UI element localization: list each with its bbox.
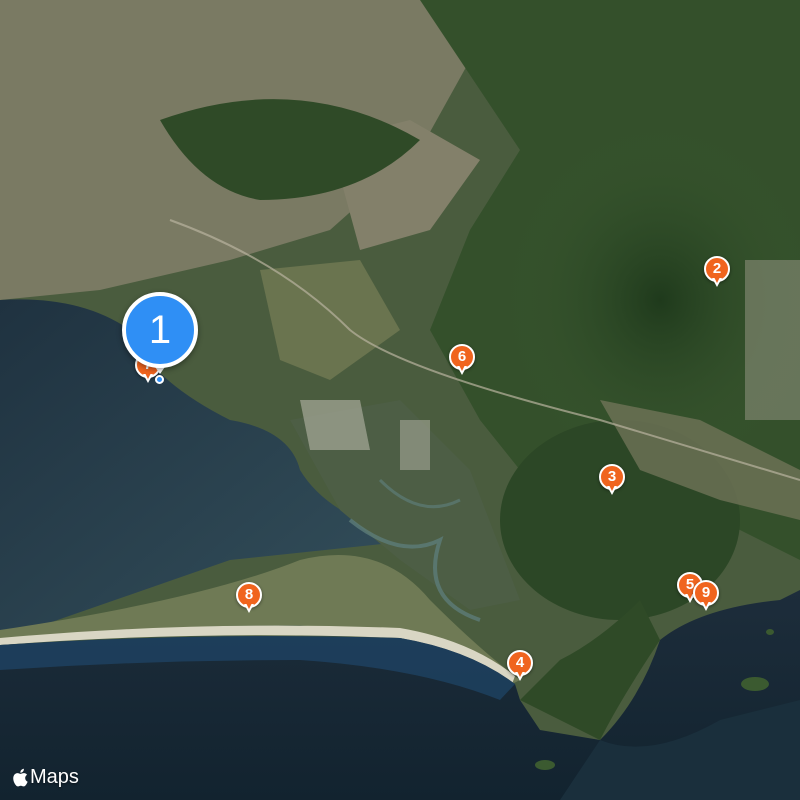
apple-logo-icon xyxy=(13,768,28,787)
marker-6-pointer xyxy=(457,365,467,375)
marker-9-pointer xyxy=(701,601,711,611)
marker-3-pointer xyxy=(607,485,617,495)
satellite-imagery xyxy=(0,0,800,800)
marker-4-pointer xyxy=(515,671,525,681)
maps-watermark: Maps xyxy=(12,766,79,789)
map-marker-2[interactable]: 2 xyxy=(704,256,730,288)
selected-marker-1[interactable]: 1 xyxy=(122,292,198,368)
map-marker-4[interactable]: 4 xyxy=(507,650,533,682)
maps-watermark-text: Maps xyxy=(30,766,79,788)
marker-7-pointer xyxy=(143,373,153,383)
map-marker-8[interactable]: 8 xyxy=(236,582,262,614)
map-view[interactable]: 7 1 2 6 3 5 9 8 4 Maps xyxy=(0,0,800,800)
map-marker-9[interactable]: 9 xyxy=(693,580,719,612)
map-marker-6[interactable]: 6 xyxy=(449,344,475,376)
map-marker-3[interactable]: 3 xyxy=(599,464,625,496)
marker-8-pointer xyxy=(244,603,254,613)
location-dot xyxy=(155,375,164,384)
marker-2-pointer xyxy=(712,277,722,287)
